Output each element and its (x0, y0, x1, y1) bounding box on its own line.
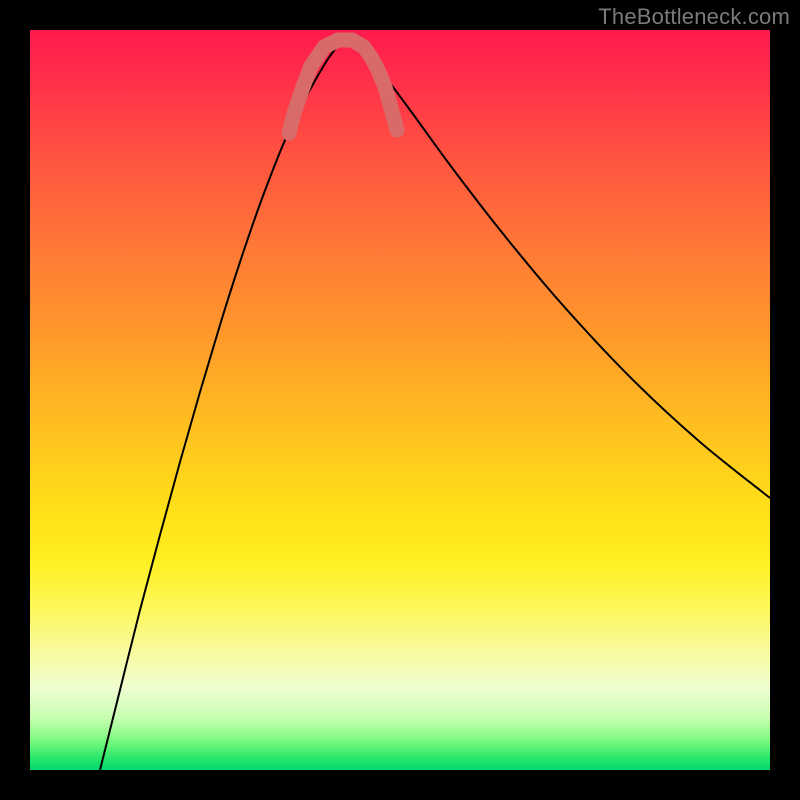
valley-marker (282, 126, 297, 141)
valley-marker (317, 40, 332, 55)
plot-area (30, 30, 770, 770)
chart-svg (30, 30, 770, 770)
valley-marker (296, 80, 311, 95)
right-curve (344, 38, 770, 498)
marker-layer (282, 33, 405, 141)
watermark-text: TheBottleneck.com (598, 4, 790, 30)
valley-marker (304, 59, 319, 74)
valley-marker (331, 33, 346, 48)
valley-marker (378, 80, 393, 95)
valley-marker (390, 123, 405, 138)
valley-marker (364, 50, 379, 65)
curve-layer (100, 38, 770, 770)
valley-marker (384, 101, 399, 116)
left-curve (100, 38, 344, 770)
valley-marker (371, 63, 386, 78)
valley-marker (288, 103, 303, 118)
chart-frame: TheBottleneck.com (0, 0, 800, 800)
